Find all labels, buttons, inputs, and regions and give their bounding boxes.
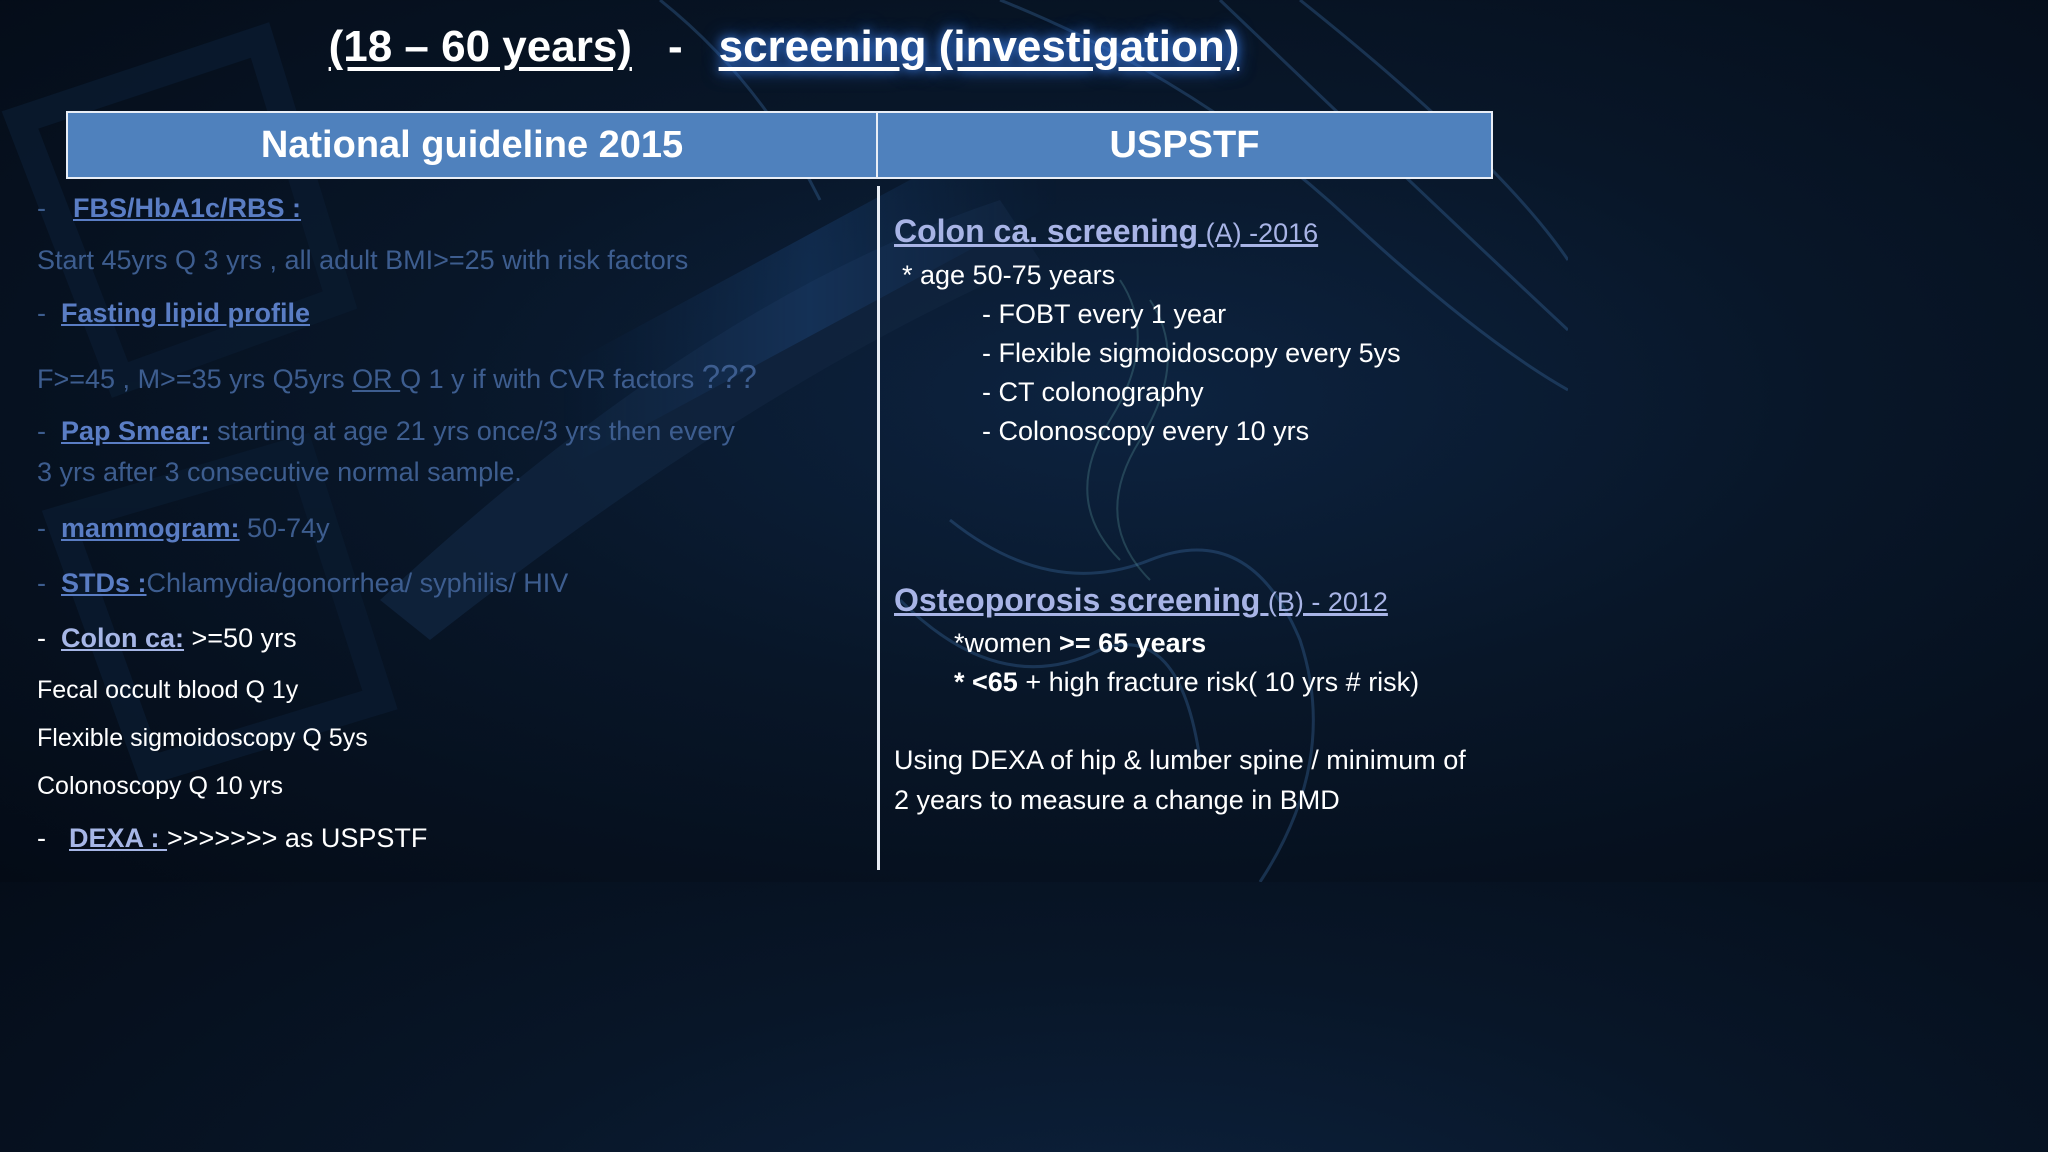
pap-text-1: starting at age 21 yrs once/3 yrs then e… — [209, 416, 735, 446]
colon-item: - Colonoscopy every 10 yrs — [982, 416, 1310, 446]
dexa-text: >>>>>>> as USPSTF — [167, 823, 428, 853]
column-divider — [877, 186, 880, 870]
colon-text: >=50 yrs — [184, 623, 297, 653]
osteo-women-text: *women — [954, 628, 1060, 658]
mammogram-label: mammogram: — [61, 513, 240, 543]
column-header-uspstf: USPSTF — [876, 111, 1493, 179]
bullet-dash: - — [37, 823, 46, 853]
colon-line: - Colon ca: >=50 yrs — [37, 623, 297, 654]
lipid-text: F>=45 , M>=35 yrs Q5yrs OR Q 1 y if with… — [37, 358, 757, 396]
colon-item: - FOBT every 1 year — [982, 299, 1227, 329]
osteo-risk-line: * <65 + high fracture risk( 10 yrs # ris… — [954, 667, 1419, 698]
lipid-question-marks: ??? — [701, 358, 757, 395]
colon-screening-grade: (A) -2016 — [1198, 218, 1319, 248]
title-separator: - — [667, 22, 683, 71]
dexa-usage-line-2: 2 years to measure a change in BMD — [894, 785, 1340, 815]
lipid-heading: - Fasting lipid profile — [37, 298, 310, 329]
bullet-dash: - — [37, 623, 46, 653]
mammogram-text: 50-74y — [239, 513, 330, 543]
std-line: - STDs :Chlamydia/gonorrhea/ syphilis/ HI… — [37, 568, 568, 599]
dexa-label: DEXA : — [69, 823, 168, 853]
fbs-heading: - FBS/HbA1c/RBS : — [37, 193, 301, 224]
osteo-women-line: *women >= 65 years — [954, 628, 1206, 659]
slide-title: (18 – 60 years) - screening (investigation… — [0, 22, 1568, 72]
colon-sigmoidoscopy: Flexible sigmoidoscopy Q 5ys — [37, 724, 368, 752]
osteoporosis-grade: (B) - 2012 — [1260, 587, 1388, 617]
osteoporosis-title: Osteoporosis screening — [894, 582, 1261, 618]
std-label: STDs : — [61, 568, 147, 598]
lipid-text-a: F>=45 , M>=35 yrs Q5yrs — [37, 364, 353, 394]
lipid-label: Fasting lipid profile — [61, 298, 310, 328]
colon-age-range: * age 50-75 years — [902, 260, 1116, 290]
fbs-text: Start 45yrs Q 3 yrs , all adult BMI>=25 … — [37, 245, 689, 275]
fbs-label: FBS/HbA1c/RBS : — [73, 193, 302, 223]
pap-line-1: - Pap Smear: starting at age 21 yrs once/… — [37, 416, 735, 447]
pap-text-2: 3 yrs after 3 consecutive normal sample. — [37, 457, 522, 487]
colon-item: - CT colonography — [982, 377, 1204, 407]
std-text: Chlamydia/gonorrhea/ syphilis/ HIV — [146, 568, 569, 598]
mammogram-line: - mammogram: 50-74y — [37, 513, 330, 544]
dexa-usage-line-1: Using DEXA of hip & lumber spine / minim… — [894, 745, 1466, 775]
colon-screening-title: Colon ca. screening — [894, 213, 1199, 249]
bullet-dash: - — [37, 513, 46, 543]
bullet-dash: - — [37, 193, 46, 223]
osteo-risk-text: + high fracture risk( 10 yrs # risk) — [1017, 667, 1420, 697]
bullet-dash: - — [37, 416, 46, 446]
lipid-text-b: Q 1 y if with CVR factors — [400, 364, 702, 394]
bullet-dash: - — [37, 568, 46, 598]
title-age-range: (18 – 60 years) — [328, 22, 632, 71]
colon-label: Colon ca: — [61, 623, 185, 653]
osteo-women-age: >= 65 years — [1059, 628, 1207, 658]
osteo-under-65: * <65 — [954, 667, 1018, 697]
colon-screening-heading: Colon ca. screening (A) -2016 — [894, 213, 1318, 250]
colon-colonoscopy: Colonoscopy Q 10 yrs — [37, 772, 283, 800]
title-screening: screening (investigation) — [718, 22, 1240, 71]
lipid-text-or: OR — [352, 364, 401, 394]
bullet-dash: - — [37, 298, 46, 328]
dexa-line: - DEXA : >>>>>>> as USPSTF — [37, 823, 427, 854]
colon-fobt: Fecal occult blood Q 1y — [37, 676, 299, 704]
colon-item: - Flexible sigmoidoscopy every 5ys — [982, 338, 1401, 368]
pap-label: Pap Smear: — [61, 416, 210, 446]
column-header-national: National guideline 2015 — [66, 111, 878, 179]
osteoporosis-heading: Osteoporosis screening (B) - 2012 — [894, 582, 1388, 619]
